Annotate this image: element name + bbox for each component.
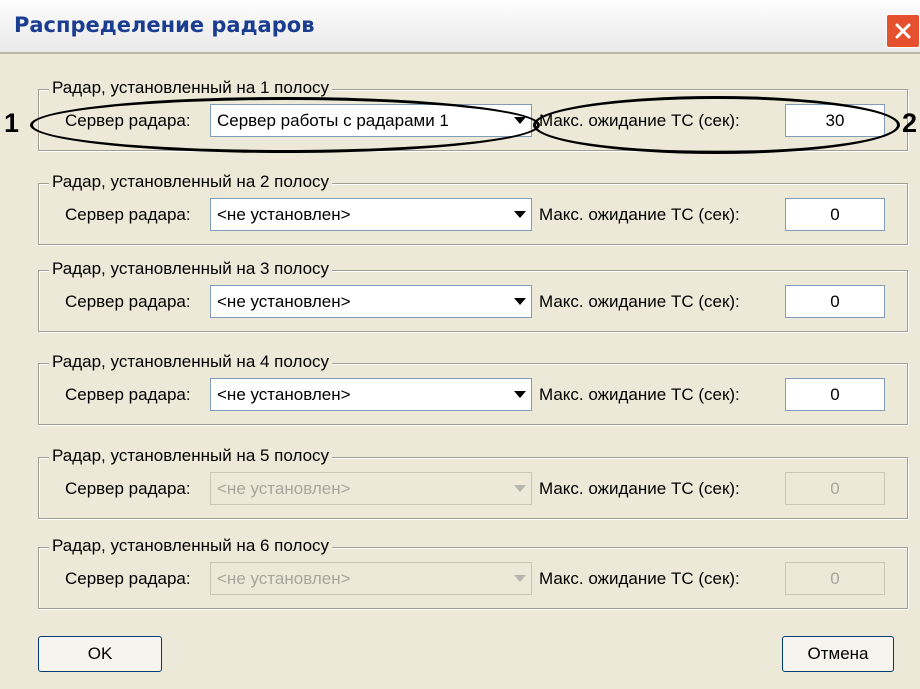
group-title: Радар, установленный на 4 полосу (49, 352, 333, 372)
wait-input: 0 (785, 472, 885, 505)
ok-button[interactable]: OK (38, 636, 162, 672)
group-title: Радар, установленный на 5 полосу (49, 446, 333, 466)
title-bar: Распределение радаров (0, 0, 920, 54)
chevron-down-icon[interactable] (509, 200, 530, 229)
radar-group-2: Радар, установленный на 2 полосу Сервер … (38, 172, 908, 245)
server-select[interactable]: <не установлен> (210, 285, 532, 318)
callout-1-ellipse (30, 97, 540, 153)
server-select[interactable]: <не установлен> (210, 378, 532, 411)
server-label: Сервер радара: (65, 292, 191, 311)
server-label: Сервер радара: (65, 205, 191, 224)
server-select[interactable]: <не установлен> (210, 198, 532, 231)
server-select: <не установлен> (210, 472, 532, 505)
wait-label: Макс. ожидание ТС (сек): (539, 292, 740, 311)
radar-group-5: Радар, установленный на 5 полосу Сервер … (38, 446, 908, 519)
radar-group-6: Радар, установленный на 6 полосу Сервер … (38, 536, 908, 609)
server-select-value: <не установлен> (217, 569, 351, 588)
wait-input[interactable]: 0 (785, 285, 885, 318)
wait-label: Макс. ожидание ТС (сек): (539, 205, 740, 224)
close-icon (895, 23, 911, 39)
callout-1: 1 (4, 108, 20, 138)
close-button[interactable] (886, 14, 920, 48)
server-select-value: <не установлен> (217, 205, 351, 224)
chevron-down-icon[interactable] (509, 380, 530, 409)
chevron-down-icon (509, 564, 530, 593)
wait-label: Макс. ожидание ТС (сек): (539, 385, 740, 404)
radar-group-3: Радар, установленный на 3 полосу Сервер … (38, 259, 908, 332)
chevron-down-icon[interactable] (509, 287, 530, 316)
callout-2-ellipse (533, 96, 900, 154)
callout-2: 2 (902, 108, 918, 138)
server-label: Сервер радара: (65, 385, 191, 404)
window-title: Распределение радаров (14, 13, 315, 37)
server-select-value: <не установлен> (217, 385, 351, 404)
server-select: <не установлен> (210, 562, 532, 595)
wait-label: Макс. ожидание ТС (сек): (539, 479, 740, 498)
group-title: Радар, установленный на 6 полосу (49, 536, 333, 556)
wait-label: Макс. ожидание ТС (сек): (539, 569, 740, 588)
server-label: Сервер радара: (65, 569, 191, 588)
wait-input[interactable]: 0 (785, 198, 885, 231)
group-title: Радар, установленный на 2 полосу (49, 172, 333, 192)
chevron-down-icon (509, 474, 530, 503)
wait-input: 0 (785, 562, 885, 595)
server-select-value: <не установлен> (217, 479, 351, 498)
server-label: Сервер радара: (65, 479, 191, 498)
group-title: Радар, установленный на 3 полосу (49, 259, 333, 279)
radar-group-4: Радар, установленный на 4 полосу Сервер … (38, 352, 908, 425)
wait-input[interactable]: 0 (785, 378, 885, 411)
cancel-button[interactable]: Отмена (782, 636, 894, 672)
server-select-value: <не установлен> (217, 292, 351, 311)
group-title: Радар, установленный на 1 полосу (49, 78, 333, 98)
